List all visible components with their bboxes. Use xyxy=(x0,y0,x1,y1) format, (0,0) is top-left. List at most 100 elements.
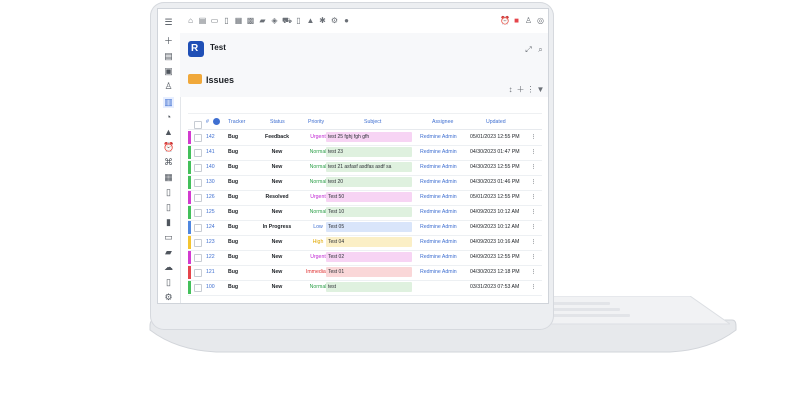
issue-assignee[interactable]: Redmine Admin xyxy=(420,134,457,141)
person-icon[interactable]: ♙ xyxy=(163,81,174,92)
settings2-icon[interactable]: ⚙ xyxy=(330,16,339,25)
info-icon[interactable]: ● xyxy=(342,16,351,25)
issue-id-link[interactable]: 123 xyxy=(206,239,215,246)
help-icon[interactable]: ◎ xyxy=(536,16,545,25)
row-menu-icon[interactable]: ⋮ xyxy=(531,179,536,186)
plus-icon[interactable]: ＋ xyxy=(163,36,174,47)
issue-assignee[interactable]: Redmine Admin xyxy=(420,269,457,276)
issue-subject[interactable]: Test 50 xyxy=(326,192,412,202)
file-icon[interactable]: ▯ xyxy=(163,277,174,288)
row-checkbox[interactable] xyxy=(194,194,202,202)
more-icon[interactable]: ⋮ xyxy=(526,85,535,94)
issue-subject[interactable]: Test 04 xyxy=(326,237,412,247)
issue-id-link[interactable]: 141 xyxy=(206,149,215,156)
table-row[interactable]: 130 Bug New Normal test 20 Redmine Admin 04/30… xyxy=(188,175,542,191)
row-checkbox[interactable] xyxy=(194,164,202,172)
issue-subject[interactable]: Test 01 xyxy=(326,267,412,277)
issue-subject[interactable]: Test 10 xyxy=(326,207,412,217)
doc2-icon[interactable]: ▯ xyxy=(222,16,231,25)
add-issue-icon[interactable]: ＋ xyxy=(516,85,525,94)
settings-icon[interactable]: ✱ xyxy=(318,16,327,25)
row-checkbox[interactable] xyxy=(194,269,202,277)
issue-id-link[interactable]: 142 xyxy=(206,134,215,141)
doc2-icon[interactable]: ▯ xyxy=(163,202,174,213)
list-icon[interactable]: ▥ xyxy=(163,97,174,108)
home-icon[interactable]: ▤ xyxy=(163,51,174,62)
column-header-subject[interactable]: Subject xyxy=(364,119,381,125)
column-header-updated[interactable]: Updated xyxy=(486,119,506,125)
row-menu-icon[interactable]: ⋮ xyxy=(531,209,536,216)
issue-subject[interactable]: Test 05 xyxy=(326,222,412,232)
issue-id-link[interactable]: 130 xyxy=(206,179,215,186)
grid-icon[interactable]: ▩ xyxy=(246,16,255,25)
briefcase-icon[interactable]: ▰ xyxy=(258,16,267,25)
issue-subject[interactable]: test 23 xyxy=(326,147,412,157)
column-header-tracker[interactable]: Tracker xyxy=(228,119,245,125)
row-checkbox[interactable] xyxy=(194,224,202,232)
issue-subject[interactable]: test 25 fghj fgh gfh xyxy=(326,132,412,142)
cloud-icon[interactable]: ☁ xyxy=(163,262,174,273)
row-checkbox[interactable] xyxy=(194,239,202,247)
issue-id-link[interactable]: 100 xyxy=(206,284,215,291)
table-row[interactable]: 126 Bug Resolved Urgent Test 50 Redmine Admin… xyxy=(188,190,542,206)
table-row[interactable]: 140 Bug New Normal test 21 asfasf asdfas asd… xyxy=(188,160,542,176)
column-header-status[interactable]: Status xyxy=(270,119,285,125)
row-checkbox[interactable] xyxy=(194,284,202,292)
book-icon[interactable]: ▮ xyxy=(163,217,174,228)
issue-subject[interactable]: test 21 asfasf asdfas asdf sa xyxy=(326,162,412,172)
table-row[interactable]: 125 Bug New Normal Test 10 Redmine Admin 04/09… xyxy=(188,205,542,221)
chart-icon[interactable]: ▲ xyxy=(163,127,174,138)
search-icon[interactable]: ⌕ xyxy=(536,45,545,54)
issue-assignee[interactable]: Redmine Admin xyxy=(420,194,457,201)
calendar-icon[interactable]: ▦ xyxy=(234,16,243,25)
folder-icon[interactable]: ▭ xyxy=(210,16,219,25)
cart-icon[interactable]: ⛟ xyxy=(282,16,292,25)
column-header-id[interactable]: # xyxy=(206,119,209,125)
issue-subject[interactable]: test 20 xyxy=(326,177,412,187)
issue-assignee[interactable]: Redmine Admin xyxy=(420,224,457,231)
row-menu-icon[interactable]: ⋮ xyxy=(531,284,536,291)
issue-id-link[interactable]: 125 xyxy=(206,209,215,216)
table-row[interactable]: 124 Bug In Progress Low Test 05 Redmine Admin… xyxy=(188,220,542,236)
row-menu-icon[interactable]: ⋮ xyxy=(531,254,536,261)
issue-subject[interactable]: test xyxy=(326,282,412,292)
select-all-checkbox[interactable] xyxy=(194,121,202,129)
user-icon[interactable]: ♙ xyxy=(524,16,533,25)
clipboard-icon[interactable]: ▣ xyxy=(163,66,174,77)
chart-icon[interactable]: ▲ xyxy=(306,16,315,25)
column-settings-icon[interactable] xyxy=(213,118,220,125)
doc-icon[interactable]: ▤ xyxy=(198,16,207,25)
table-row[interactable]: 142 Bug Feedback Urgent test 25 fghj fgh gfh… xyxy=(188,130,542,146)
column-header-assignee[interactable]: Assignee xyxy=(432,119,453,125)
expand-icon[interactable]: ⤢ xyxy=(524,45,533,54)
gear-icon[interactable]: ⚙ xyxy=(163,292,174,303)
notification-icon[interactable]: ■ xyxy=(512,16,521,25)
briefcase-icon[interactable]: ▰ xyxy=(163,247,174,258)
issue-assignee[interactable]: Redmine Admin xyxy=(420,164,457,171)
board-icon[interactable]: ▦ xyxy=(163,172,174,183)
row-menu-icon[interactable]: ⋮ xyxy=(531,239,536,246)
issue-assignee[interactable]: Redmine Admin xyxy=(420,149,457,156)
filter-icon[interactable]: ▼ xyxy=(536,85,545,94)
doc3-icon[interactable]: ▯ xyxy=(294,16,303,25)
pie-icon[interactable]: ◔ xyxy=(163,112,174,123)
home-icon[interactable]: ⌂ xyxy=(186,16,195,25)
issue-id-link[interactable]: 124 xyxy=(206,224,215,231)
tree-icon[interactable]: ⌘ xyxy=(163,157,174,168)
table-row[interactable]: 123 Bug New High Test 04 Redmine Admin 04/09/2… xyxy=(188,235,542,251)
table-row[interactable]: 141 Bug New Normal test 23 Redmine Admin 04/30… xyxy=(188,145,542,161)
issue-id-link[interactable]: 126 xyxy=(206,194,215,201)
row-menu-icon[interactable]: ⋮ xyxy=(531,134,536,141)
table-row[interactable]: 122 Bug New Urgent Test 02 Redmine Admin 04/09… xyxy=(188,250,542,266)
issue-assignee[interactable]: Redmine Admin xyxy=(420,239,457,246)
issue-assignee[interactable]: Redmine Admin xyxy=(420,254,457,261)
issue-id-link[interactable]: 121 xyxy=(206,269,215,276)
issue-assignee[interactable]: Redmine Admin xyxy=(420,179,457,186)
bell-icon[interactable]: ⏰ xyxy=(500,16,510,25)
row-checkbox[interactable] xyxy=(194,254,202,262)
row-menu-icon[interactable]: ⋮ xyxy=(531,164,536,171)
menu-icon[interactable]: ☰ xyxy=(163,17,174,28)
tag-icon[interactable]: ◈ xyxy=(270,16,279,25)
sort-icon[interactable]: ↕ xyxy=(506,85,515,94)
issue-id-link[interactable]: 140 xyxy=(206,164,215,171)
